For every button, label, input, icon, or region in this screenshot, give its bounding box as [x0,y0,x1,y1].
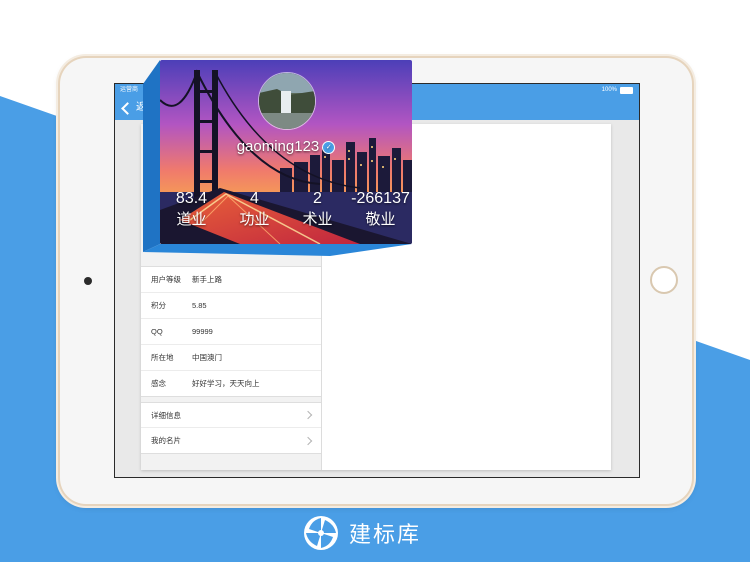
chevron-right-icon [303,410,313,420]
info-row-qq: QQ 99999 [141,319,321,345]
brand-footer: 建标库 [302,514,421,552]
profile-info-list: 用户等级 新手上路 积分 5.85 QQ 99999 所在地 中国澳门 感念 好… [141,266,321,397]
stat-daoye: 83.4 道业 [160,190,223,230]
stat-label: 道业 [176,211,207,228]
info-label: 用户等级 [151,275,181,284]
username: gaoming123 [236,138,320,155]
stat-gongye: 4 功业 [223,190,286,230]
profile-stats: 83.4 道业 4 功业 2 术业 -266137 敬业 [160,190,412,230]
battery-percent: 100% [601,87,617,93]
info-value: 新手上路 [192,275,222,284]
verified-badge-icon: ✓ [322,141,336,154]
info-value: 5.85 [192,301,207,310]
nav-row-label: 我的名片 [151,436,181,445]
chevron-right-icon [303,436,313,445]
info-label: 积分 [151,301,166,310]
stat-label: 功业 [239,211,270,228]
info-label: 所在地 [151,353,174,362]
battery-icon [620,86,633,94]
battery-indicator: 100% [602,84,633,96]
avatar-waterfall-image [259,73,315,129]
info-value: 99999 [192,327,213,336]
stat-label: 敬业 [365,211,396,228]
stat-jingye: -266137 敬业 [349,190,412,230]
nav-row-details[interactable]: 详细信息 [141,403,321,428]
info-value: 好好学习，天天向上 [192,379,260,388]
stat-shuye: 2 术业 [286,190,349,230]
home-button[interactable] [650,266,678,294]
front-camera-icon [84,277,92,285]
stat-value: 83.4 [175,190,208,207]
stat-value: 2 [313,190,322,207]
info-row-level: 用户等级 新手上路 [141,267,321,293]
info-row-points: 积分 5.85 [141,293,321,319]
info-value: 中国澳门 [192,353,222,362]
nav-row-label: 详细信息 [151,410,181,420]
stat-label: 术业 [302,211,333,228]
username-row: gaoming123 ✓ [160,138,412,155]
profile-nav-list: 详细信息 我的名片 [141,402,321,454]
info-row-location: 所在地 中国澳门 [141,345,321,371]
stat-value: -266137 [351,190,410,207]
info-row-motto: 感念 好好学习，天天向上 [141,371,321,396]
jianbiaoku-logo-icon [304,516,338,550]
user-avatar[interactable] [258,72,316,130]
profile-header-card: gaoming123 ✓ 83.4 道业 4 功业 2 术业 -266137 敬业 [160,60,412,244]
nav-row-business-card[interactable]: 我的名片 [141,428,321,453]
info-label: 感念 [151,379,166,388]
info-label: QQ [151,327,163,336]
stat-value: 4 [250,190,259,207]
brand-name: 建标库 [349,523,422,548]
